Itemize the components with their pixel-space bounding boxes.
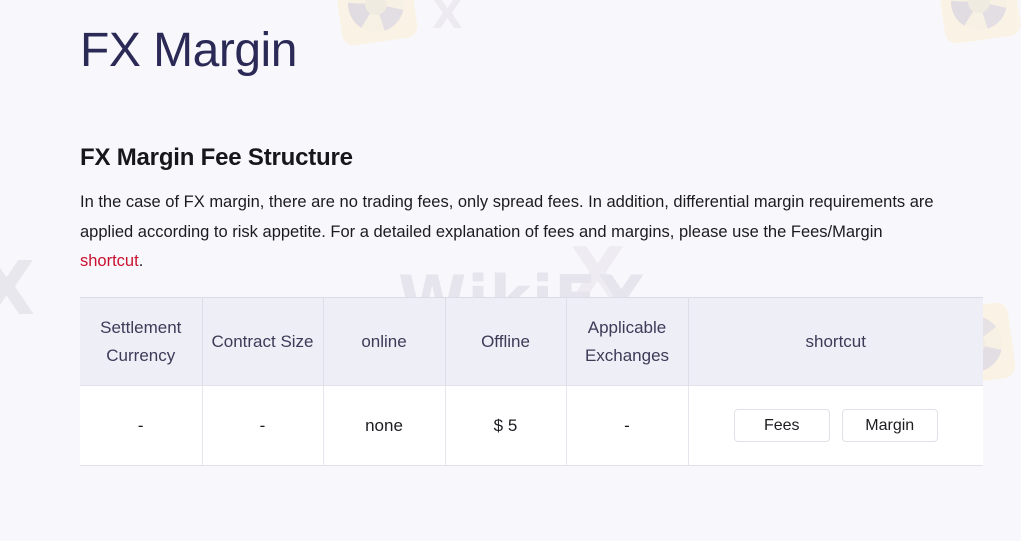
fees-margin-shortcut-link[interactable]: shortcut: [80, 252, 139, 270]
cell-shortcut: Fees Margin: [688, 386, 983, 466]
intro-text-part-2: .: [139, 252, 144, 270]
intro-text-part-1: In the case of FX margin, there are no t…: [80, 193, 934, 240]
column-header-contract-size: Contract Size: [202, 298, 323, 386]
fees-button[interactable]: Fees: [734, 409, 830, 442]
section-title: FX Margin Fee Structure: [80, 82, 1021, 172]
page-title: FX Margin: [80, 0, 1021, 82]
intro-paragraph: In the case of FX margin, there are no t…: [80, 172, 950, 276]
cell-settlement-currency: -: [80, 386, 202, 466]
column-header-online: online: [323, 298, 445, 386]
margin-button[interactable]: Margin: [842, 409, 938, 442]
cell-contract-size: -: [202, 386, 323, 466]
cell-offline: $ 5: [445, 386, 566, 466]
fx-margin-fee-table: Settlement Currency Contract Size online…: [80, 297, 983, 466]
column-header-shortcut: shortcut: [688, 298, 983, 386]
table-header-row: Settlement Currency Contract Size online…: [80, 298, 983, 386]
column-header-settlement-currency: Settlement Currency: [80, 298, 202, 386]
table-body: - - none $ 5 - Fees Margin: [80, 386, 983, 466]
table-header: Settlement Currency Contract Size online…: [80, 298, 983, 386]
fee-table-wrapper: Settlement Currency Contract Size online…: [80, 297, 983, 466]
cell-applicable-exchanges: -: [566, 386, 688, 466]
column-header-applicable-exchanges: Applicable Exchanges: [566, 298, 688, 386]
shortcut-button-group: Fees Margin: [695, 409, 978, 442]
cell-online: none: [323, 386, 445, 466]
page-content: FX Margin FX Margin Fee Structure In the…: [0, 0, 1021, 466]
column-header-offline: Offline: [445, 298, 566, 386]
table-row: - - none $ 5 - Fees Margin: [80, 386, 983, 466]
